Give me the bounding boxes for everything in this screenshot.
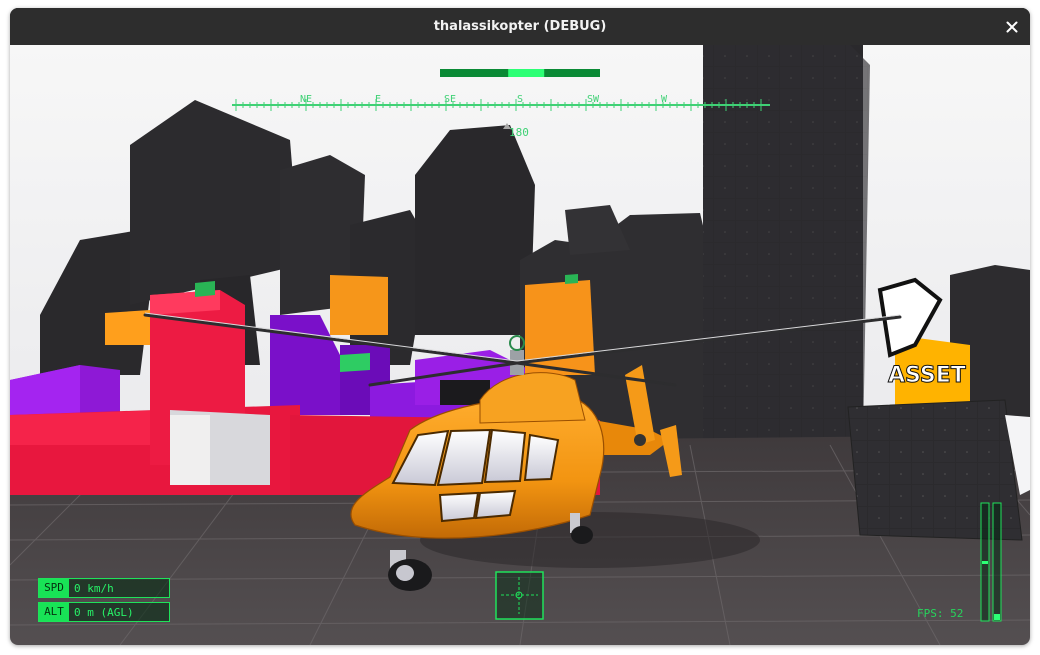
speed-gauge: SPD 0 km/h [38,578,170,598]
compass-label-ne: NE [299,94,313,105]
altitude-label: ALT [39,603,69,621]
game-viewport[interactable]: ASSET NE E SE S SW W 180 SPD 0 km/h ALT … [10,45,1030,645]
fps-counter: FPS: 52 [917,607,964,620]
compass-label-s: S [516,94,524,105]
collective-indicator [994,614,1000,620]
title-bar: thalassikopter (DEBUG) [10,8,1030,45]
altitude-value: 0 m (AGL) [74,605,134,619]
speed-value: 0 km/h [74,581,114,595]
billboard-text: ASSET [888,363,966,388]
close-icon [1006,21,1018,33]
heading-readout: 180 [509,126,529,139]
collective-marker [982,561,988,564]
throttle-bar [440,69,600,77]
compass-label-e: E [374,94,382,105]
speed-label: SPD [39,579,69,597]
close-button[interactable] [1000,15,1024,39]
center-reticle [495,571,544,620]
altitude-gauge: ALT 0 m (AGL) [38,602,170,622]
compass-label-w: W [660,94,668,105]
compass-label-se: SE [443,94,457,105]
compass-label-sw: SW [586,94,600,105]
throttle-indicator [508,69,545,77]
game-window: thalassikopter (DEBUG) ASSET NE E SE S S… [10,8,1030,645]
window-title: thalassikopter (DEBUG) [433,19,607,34]
